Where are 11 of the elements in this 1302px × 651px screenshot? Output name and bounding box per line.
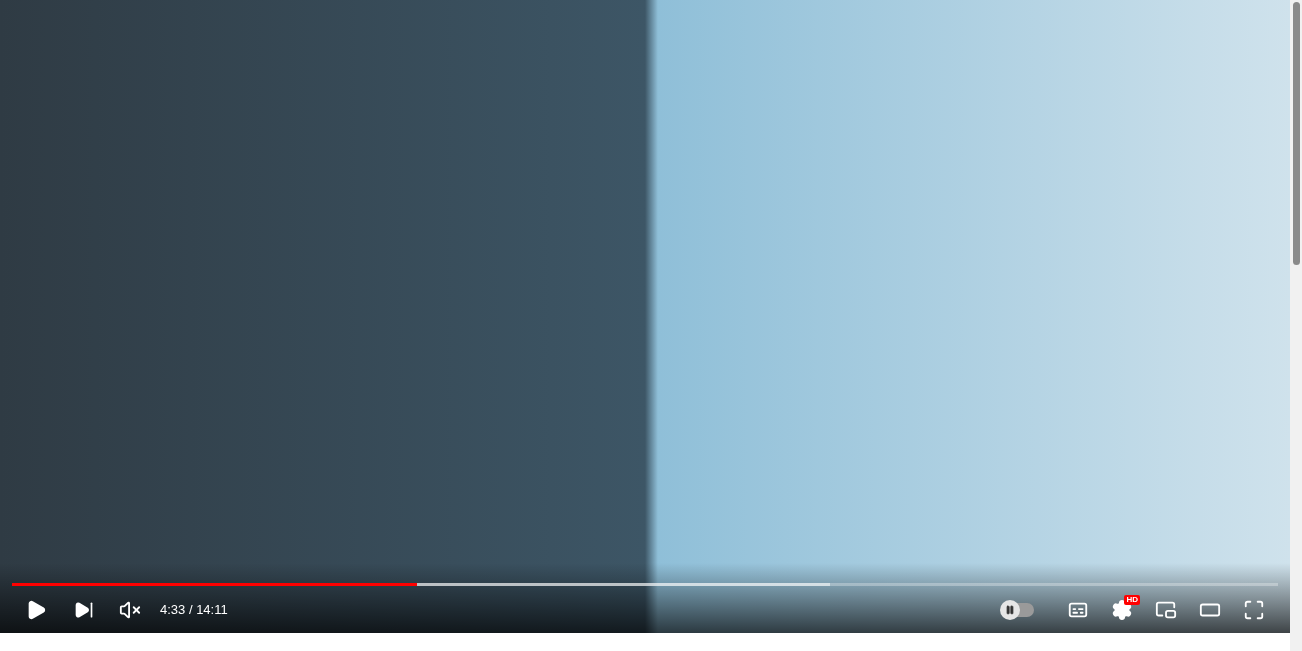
time-display: 4:33 / 14:11 [160, 601, 228, 620]
settings-button[interactable]: HD [1104, 592, 1140, 628]
scrollbar-thumb[interactable] [1292, 2, 1300, 265]
pause-icon [1005, 605, 1015, 615]
fullscreen-icon [1243, 599, 1265, 621]
autoplay-toggle[interactable] [1002, 603, 1034, 617]
skip-next-icon [74, 600, 94, 620]
muted-speaker-icon [119, 599, 141, 621]
quality-badge: HD [1124, 595, 1140, 605]
miniplayer-icon [1155, 599, 1177, 621]
progress-track[interactable] [12, 583, 1278, 586]
